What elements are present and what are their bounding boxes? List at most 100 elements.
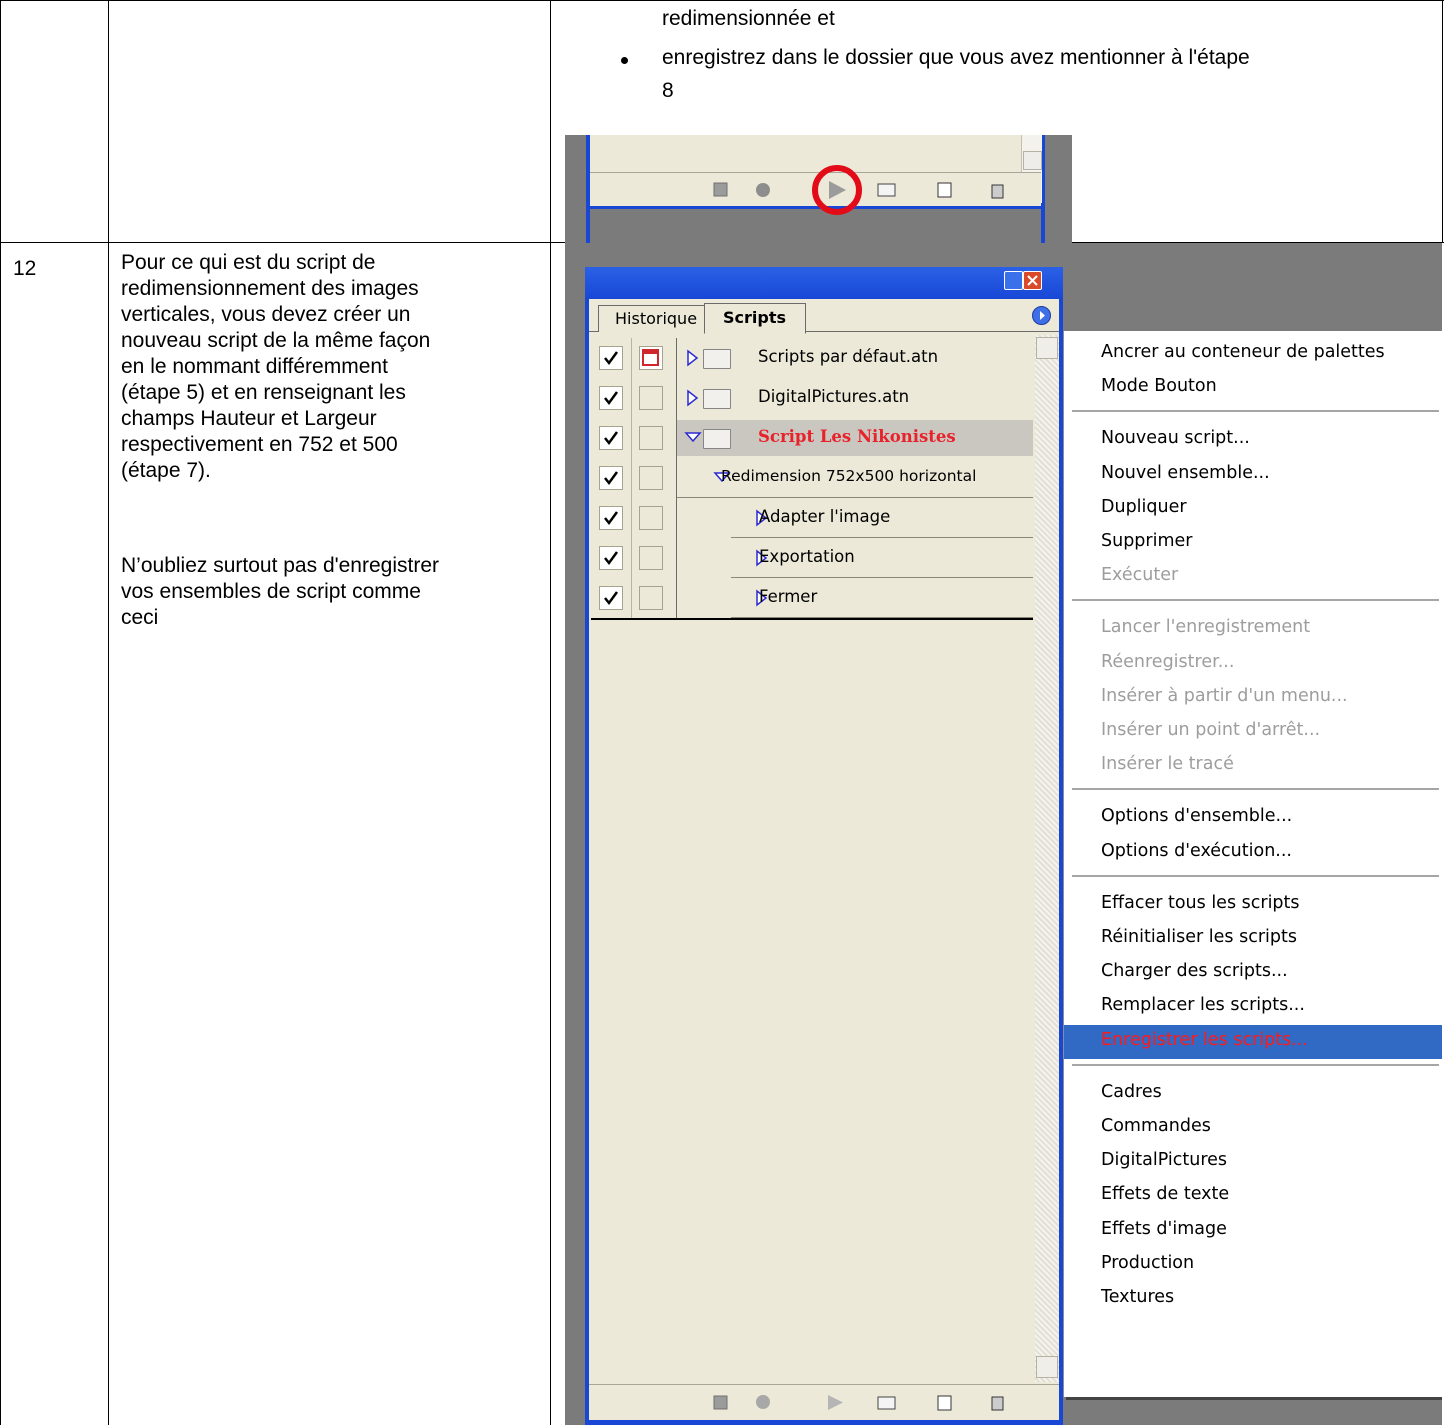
menu-separator bbox=[1072, 1063, 1439, 1066]
menu-item[interactable]: Insérer à partir d'un menu... bbox=[1064, 681, 1442, 715]
expand-triangle-down-icon[interactable] bbox=[684, 429, 702, 447]
scroll-down-button[interactable] bbox=[1036, 1356, 1058, 1378]
menu-item[interactable]: Production bbox=[1064, 1248, 1442, 1282]
menu-item[interactable]: Effets de texte bbox=[1064, 1179, 1442, 1213]
menu-item[interactable]: Insérer un point d'arrêt... bbox=[1064, 715, 1442, 749]
menu-item[interactable]: Options d'ensemble... bbox=[1064, 801, 1442, 835]
menu-item[interactable]: Lancer l'enregistrement bbox=[1064, 612, 1442, 646]
dialog-toggle-box[interactable] bbox=[639, 386, 663, 410]
menu-item[interactable]: Insérer le tracé bbox=[1064, 749, 1442, 783]
action-row-label: Redimension 752x500 horizontal bbox=[721, 467, 977, 485]
paragraph-line: vos ensembles de script comme bbox=[121, 580, 421, 603]
dialog-toggle-box[interactable] bbox=[639, 346, 663, 370]
expand-triangle-right-icon[interactable] bbox=[684, 349, 702, 367]
action-row-label: Script Les Nikonistes bbox=[758, 427, 956, 446]
menu-item[interactable]: Mode Bouton bbox=[1064, 371, 1442, 405]
menu-item[interactable]: Enregistrer les scripts... bbox=[1064, 1024, 1442, 1059]
dialog-toggle-box[interactable] bbox=[639, 506, 663, 530]
folder-icon bbox=[703, 349, 731, 369]
item-toggle-checkbox[interactable] bbox=[599, 386, 623, 410]
menu-item-label: Cadres bbox=[1101, 1081, 1162, 1102]
menu-item-label: Options d'ensemble... bbox=[1101, 806, 1293, 827]
menu-separator bbox=[1072, 599, 1439, 602]
play-icon bbox=[828, 1395, 843, 1410]
delete-icon bbox=[991, 1396, 1004, 1411]
paragraph-line: en le nommant différemment bbox=[121, 355, 388, 378]
play-icon bbox=[829, 181, 846, 199]
action-row-label: Exportation bbox=[759, 547, 855, 566]
item-toggle-checkbox[interactable] bbox=[599, 506, 623, 530]
menu-item-label: Options d'exécution... bbox=[1101, 840, 1292, 861]
menu-item[interactable]: Réenregistrer... bbox=[1064, 647, 1442, 681]
menu-item-label: Supprimer bbox=[1101, 531, 1193, 551]
action-row-label: DigitalPictures.atn bbox=[758, 387, 910, 406]
table-column-divider-2 bbox=[550, 0, 551, 1425]
paragraph-line: redimensionnement des images bbox=[121, 277, 419, 300]
menu-item[interactable]: Nouveau script... bbox=[1064, 423, 1442, 457]
menu-item-label: Insérer le tracé bbox=[1101, 754, 1234, 775]
dialog-toggle-box[interactable] bbox=[639, 426, 663, 450]
dialog-toggle-box[interactable] bbox=[639, 586, 663, 610]
tab-scripts[interactable]: Scripts bbox=[704, 303, 806, 334]
tab-historique[interactable]: Historique bbox=[598, 305, 706, 332]
menu-item[interactable]: Effacer tous les scripts bbox=[1064, 888, 1442, 922]
action-row-label: Fermer bbox=[759, 587, 818, 606]
menu-item-label: Effets de texte bbox=[1101, 1184, 1230, 1205]
menu-item-label: Réinitialiser les scripts bbox=[1101, 927, 1297, 947]
action-row[interactable]: Script Les Nikonistes bbox=[591, 418, 1033, 458]
item-toggle-checkbox[interactable] bbox=[599, 426, 623, 450]
menu-item[interactable]: Options d'exécution... bbox=[1064, 836, 1442, 870]
dialog-toggle-box[interactable] bbox=[639, 466, 663, 490]
table-border-left bbox=[0, 0, 1, 1425]
menu-item[interactable]: Ancrer au conteneur de palettes bbox=[1064, 337, 1442, 371]
action-row[interactable]: Adapter l'image bbox=[591, 498, 1033, 538]
scroll-up-button[interactable] bbox=[1036, 337, 1058, 359]
menu-item[interactable]: Remplacer les scripts... bbox=[1064, 990, 1442, 1024]
menu-item[interactable]: Commandes bbox=[1064, 1111, 1442, 1145]
menu-item-label: Effets d'image bbox=[1101, 1218, 1227, 1239]
menu-item-label: Insérer un point d'arrêt... bbox=[1101, 720, 1321, 740]
expand-triangle-right-icon[interactable] bbox=[684, 389, 702, 407]
menu-item[interactable]: Charger des scripts... bbox=[1064, 956, 1442, 990]
menu-item[interactable]: Effets d'image bbox=[1064, 1214, 1442, 1248]
new-set-icon bbox=[877, 183, 896, 197]
menu-item[interactable]: Textures bbox=[1064, 1282, 1442, 1316]
item-toggle-checkbox[interactable] bbox=[599, 466, 623, 490]
menu-item[interactable]: Nouvel ensemble... bbox=[1064, 458, 1442, 492]
action-row[interactable]: Scripts par défaut.atn bbox=[591, 338, 1033, 378]
table-border-right bbox=[1442, 0, 1443, 243]
item-toggle-checkbox[interactable] bbox=[599, 586, 623, 610]
menu-item[interactable]: Supprimer bbox=[1064, 526, 1442, 560]
action-row[interactable]: Exportation bbox=[591, 538, 1033, 578]
stop-icon bbox=[713, 1395, 728, 1410]
item-toggle-checkbox[interactable] bbox=[599, 346, 623, 370]
instruction-line-1: redimensionnée et bbox=[662, 7, 835, 30]
item-toggle-checkbox[interactable] bbox=[599, 546, 623, 570]
delete-icon bbox=[991, 184, 1004, 199]
paragraph-line: champs Hauteur et Largeur bbox=[121, 407, 377, 430]
paragraph-line: (étape 5) et en renseignant les bbox=[121, 381, 406, 404]
dialog-toggle-box[interactable] bbox=[639, 546, 663, 570]
menu-item[interactable]: Cadres bbox=[1064, 1077, 1442, 1111]
toolbar-icons-1 bbox=[713, 165, 1004, 215]
tab-historique-label: Historique bbox=[615, 309, 698, 328]
menu-item[interactable]: DigitalPictures bbox=[1064, 1145, 1442, 1179]
menu-item-label: Lancer l'enregistrement bbox=[1101, 617, 1311, 638]
action-row[interactable]: Redimension 752x500 horizontal bbox=[591, 458, 1033, 498]
menu-item[interactable]: Exécuter bbox=[1064, 560, 1442, 594]
paragraph-line: respectivement en 752 et 500 bbox=[121, 433, 398, 456]
menu-item-label: Effacer tous les scripts bbox=[1101, 892, 1300, 913]
menu-item[interactable]: Réinitialiser les scripts bbox=[1064, 922, 1442, 956]
action-row[interactable]: DigitalPictures.atn bbox=[591, 378, 1033, 418]
menu-item-label: Mode Bouton bbox=[1101, 376, 1217, 397]
panel-flyout-menu: Ancrer au conteneur de palettes Mode Bout… bbox=[1063, 331, 1442, 1397]
action-row-label: Adapter l'image bbox=[759, 507, 891, 526]
action-row[interactable]: Fermer bbox=[591, 578, 1033, 618]
menu-item[interactable]: Dupliquer bbox=[1064, 492, 1442, 526]
menu-item-label: Production bbox=[1101, 1252, 1195, 1273]
instruction-line-2: enregistrez dans le dossier que vous ave… bbox=[662, 46, 1250, 69]
menu-separator bbox=[1072, 874, 1439, 877]
minimize-button[interactable] bbox=[1004, 271, 1023, 290]
scrollbar[interactable] bbox=[1035, 335, 1059, 1382]
record-icon bbox=[756, 1395, 770, 1409]
